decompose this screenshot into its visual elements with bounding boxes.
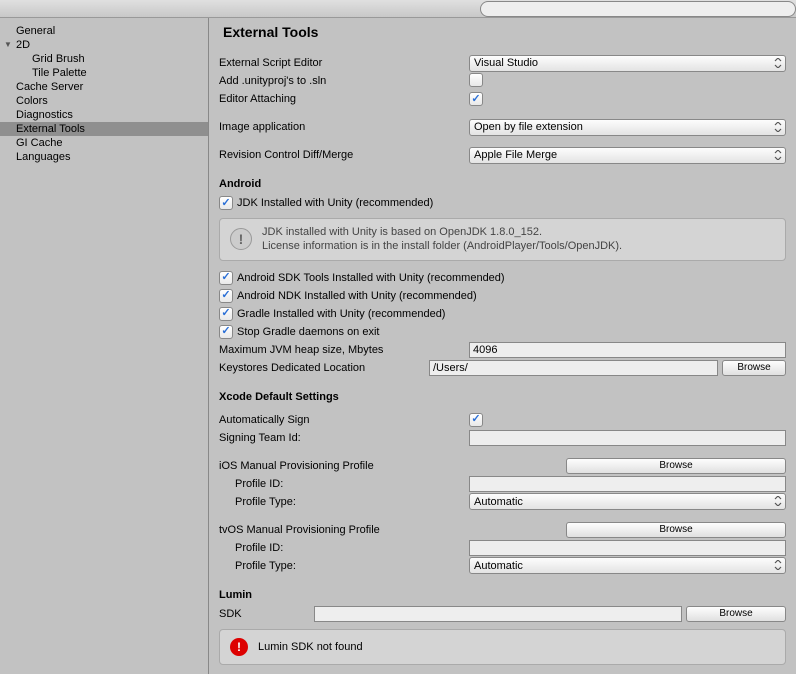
auto-sign-checkbox[interactable] [469,413,483,427]
ios-profile-id-label: Profile ID: [219,478,469,490]
sidebar-item-cache-server[interactable]: Cache Server [0,80,208,94]
android-ndk-label: Android NDK Installed with Unity (recomm… [237,290,477,302]
auto-sign-label: Automatically Sign [219,414,469,426]
preferences-sidebar: General 2D Grid Brush Tile Palette Cache… [0,18,209,674]
tvos-profile-label: tvOS Manual Provisioning Profile [219,524,469,536]
sidebar-item-external-tools[interactable]: External Tools [0,122,208,136]
tvos-profile-id-input[interactable] [469,540,786,556]
add-unityproj-label: Add .unityproj's to .sln [219,75,469,87]
lumin-error-text: Lumin SDK not found [258,641,363,653]
android-section-title: Android [219,178,786,190]
sidebar-item-tile-palette[interactable]: Tile Palette [0,66,208,80]
error-icon: ! [230,638,248,656]
ios-profile-label: iOS Manual Provisioning Profile [219,460,469,472]
revision-control-select[interactable]: Apple File Merge [469,147,786,164]
android-sdk-label: Android SDK Tools Installed with Unity (… [237,272,505,284]
jdk-checkbox[interactable] [219,196,233,210]
gradle-label: Gradle Installed with Unity (recommended… [237,308,445,320]
search-input[interactable] [480,1,796,17]
external-script-editor-select[interactable]: Visual Studio [469,55,786,72]
keystore-browse-button[interactable]: Browse [722,360,786,376]
info-icon: ! [230,228,252,250]
ios-profile-id-input[interactable] [469,476,786,492]
ios-profile-type-label: Profile Type: [219,496,469,508]
content-panel: External Tools External Script Editor Vi… [209,18,796,674]
jdk-info-line1: JDK installed with Unity is based on Ope… [262,225,622,239]
top-toolbar [0,0,796,18]
lumin-sdk-label: SDK [219,608,314,620]
sidebar-item-2d[interactable]: 2D [0,38,208,52]
gradle-checkbox[interactable] [219,307,233,321]
ios-browse-button[interactable]: Browse [566,458,786,474]
image-application-label: Image application [219,121,469,133]
signing-team-label: Signing Team Id: [219,432,469,444]
sidebar-item-colors[interactable]: Colors [0,94,208,108]
stop-gradle-checkbox[interactable] [219,325,233,339]
lumin-browse-button[interactable]: Browse [686,606,786,622]
sidebar-item-general[interactable]: General [0,24,208,38]
tvos-browse-button[interactable]: Browse [566,522,786,538]
editor-attaching-label: Editor Attaching [219,93,469,105]
jdk-info-box: ! JDK installed with Unity is based on O… [219,218,786,261]
keystore-label: Keystores Dedicated Location [219,362,429,374]
external-script-editor-label: External Script Editor [219,57,469,69]
image-application-select[interactable]: Open by file extension [469,119,786,136]
revision-control-label: Revision Control Diff/Merge [219,149,469,161]
jvm-heap-input[interactable] [469,342,786,358]
android-sdk-checkbox[interactable] [219,271,233,285]
xcode-section-title: Xcode Default Settings [219,391,786,403]
add-unityproj-checkbox[interactable] [469,73,483,87]
signing-team-input[interactable] [469,430,786,446]
ios-profile-type-select[interactable]: Automatic [469,493,786,510]
page-title: External Tools [219,24,786,40]
tvos-profile-id-label: Profile ID: [219,542,469,554]
sidebar-item-gi-cache[interactable]: GI Cache [0,136,208,150]
lumin-sdk-input[interactable] [314,606,682,622]
tvos-profile-type-label: Profile Type: [219,560,469,572]
android-ndk-checkbox[interactable] [219,289,233,303]
jdk-label: JDK Installed with Unity (recommended) [237,197,433,209]
sidebar-item-languages[interactable]: Languages [0,150,208,164]
jdk-info-line2: License information is in the install fo… [262,239,622,253]
tvos-profile-type-select[interactable]: Automatic [469,557,786,574]
lumin-error-box: ! Lumin SDK not found [219,629,786,665]
jvm-heap-label: Maximum JVM heap size, Mbytes [219,344,469,356]
sidebar-item-grid-brush[interactable]: Grid Brush [0,52,208,66]
editor-attaching-checkbox[interactable] [469,92,483,106]
stop-gradle-label: Stop Gradle daemons on exit [237,326,379,338]
lumin-section-title: Lumin [219,589,786,601]
keystore-input[interactable] [429,360,718,376]
sidebar-item-diagnostics[interactable]: Diagnostics [0,108,208,122]
